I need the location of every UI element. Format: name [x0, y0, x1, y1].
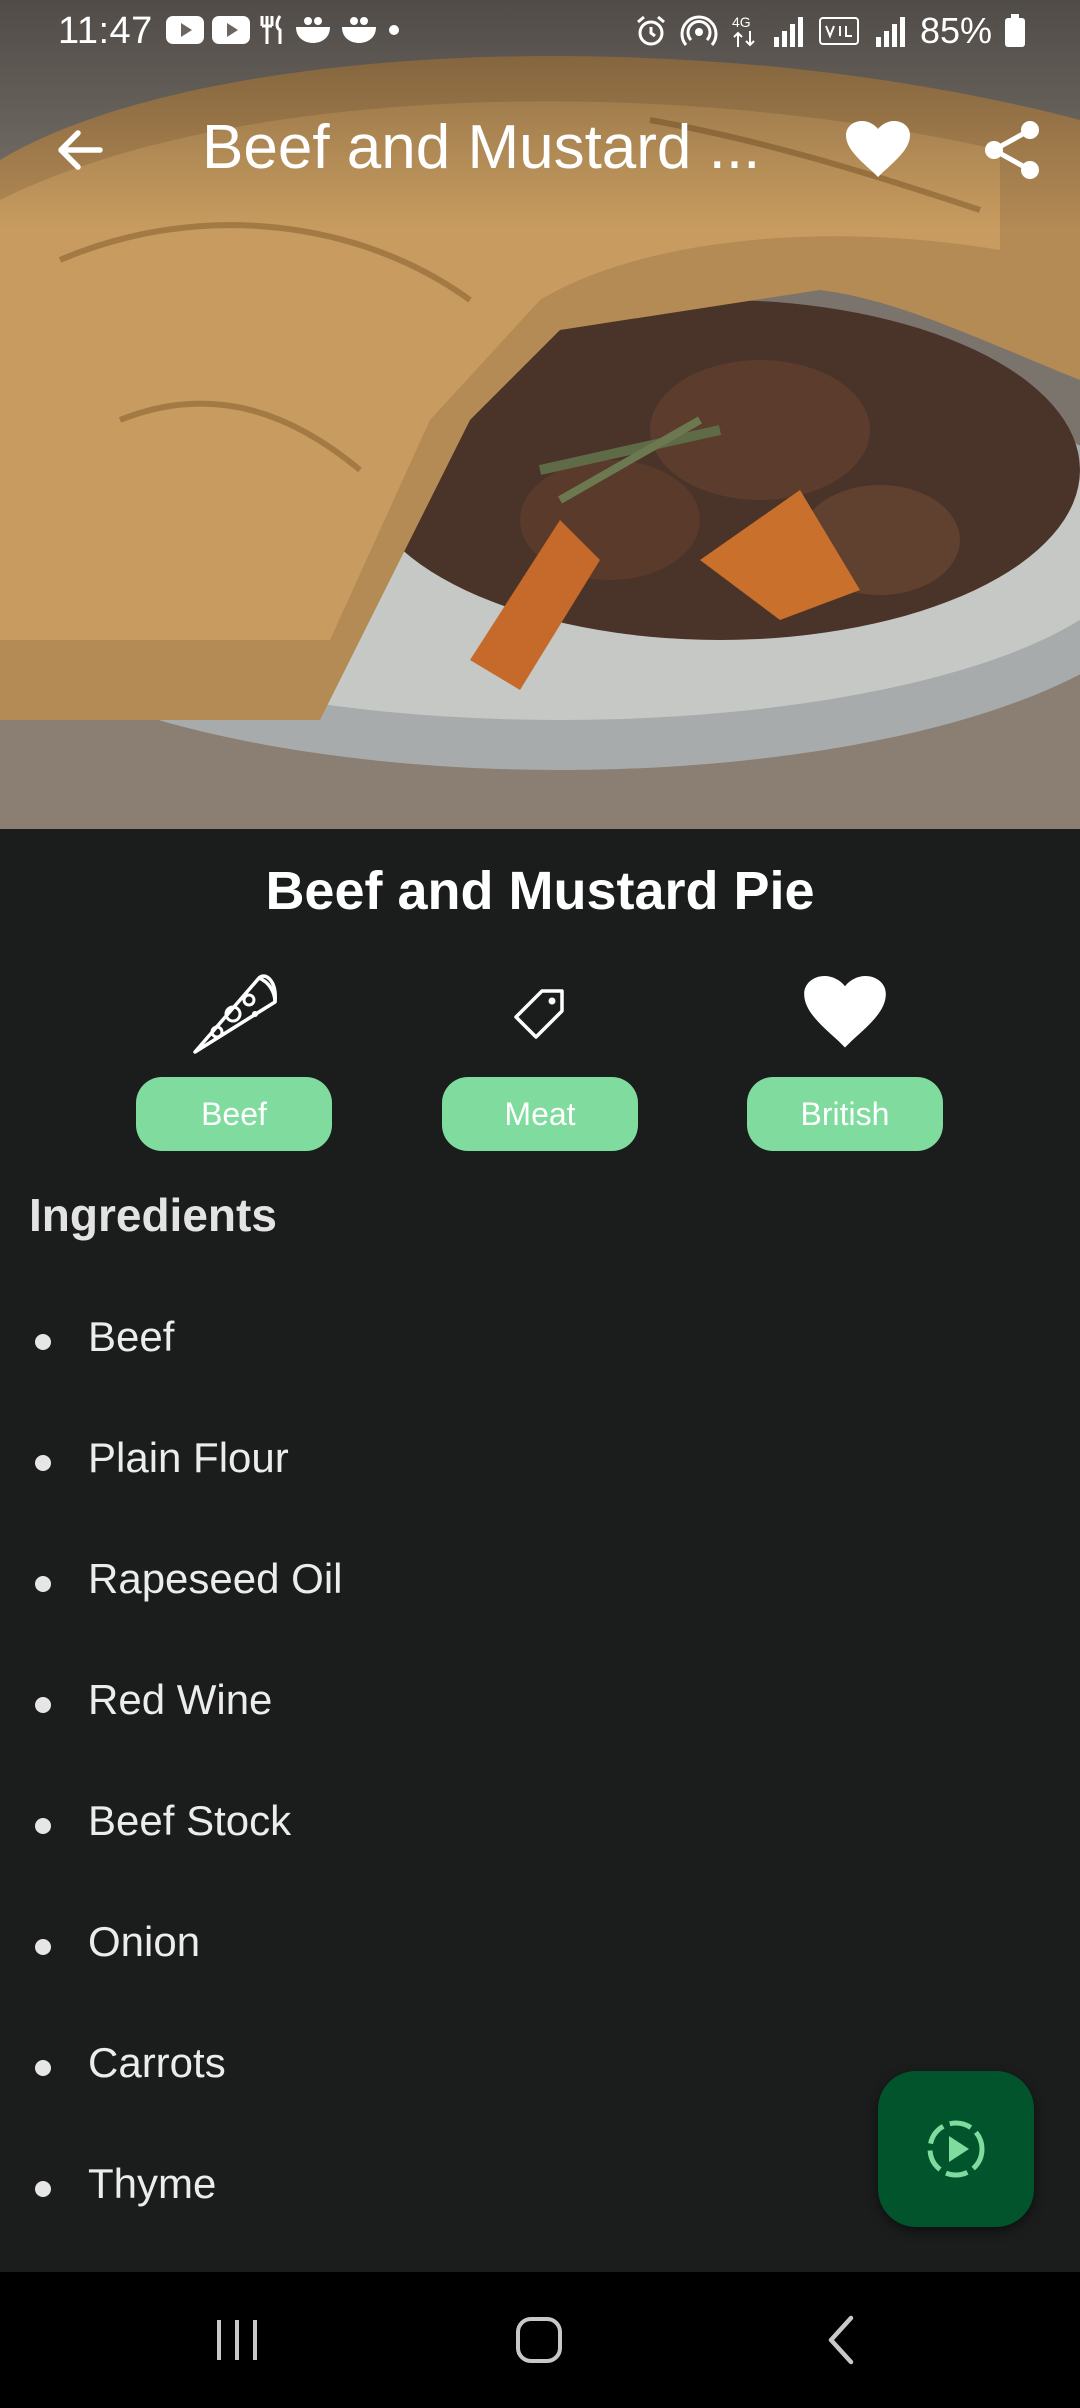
- pizza-icon: [134, 968, 334, 1058]
- volte-icon: [818, 17, 859, 45]
- app-bar-title: Beef and Mustard ...: [202, 113, 761, 182]
- ingredient-item: Beef: [0, 1283, 1080, 1404]
- system-back-button[interactable]: [796, 2302, 886, 2378]
- recipe-detail-screen: 11:47 4G 85% Beef and Mustard ... Beef a…: [0, 0, 1080, 2408]
- youtube-icon: [166, 16, 204, 44]
- ingredient-label: Beef: [88, 1313, 175, 1360]
- ingredient-label: Plain Flour: [88, 1434, 289, 1481]
- heart-icon: [745, 968, 945, 1058]
- ingredient-label: Thyme: [88, 2160, 217, 2207]
- share-button[interactable]: [972, 110, 1052, 190]
- tag-icon: [440, 968, 640, 1058]
- bullet-icon: [35, 1334, 51, 1350]
- bowl-icon: [296, 17, 330, 43]
- bullet-icon: [35, 2181, 51, 2197]
- back-button[interactable]: [40, 110, 120, 190]
- home-button[interactable]: [494, 2302, 584, 2378]
- recent-apps-icon: [217, 2320, 257, 2360]
- ingredient-item: Plain Flour: [0, 1404, 1080, 1525]
- system-navigation-bar: [0, 2272, 1080, 2408]
- chevron-left-icon: [828, 2315, 854, 2365]
- favorite-button[interactable]: [838, 110, 918, 190]
- play-video-icon: [927, 2120, 985, 2178]
- tag-area: British: [745, 968, 945, 1158]
- network-4g-icon: 4G: [732, 14, 755, 47]
- youtube-icon: [212, 16, 250, 44]
- bullet-icon: [35, 1576, 51, 1592]
- status-bar: 11:47 4G 85%: [0, 0, 1080, 66]
- signal-strength-icon: [773, 17, 803, 47]
- arrow-back-icon: [58, 130, 103, 170]
- app-bar: Beef and Mustard ...: [0, 96, 1080, 200]
- ingredient-label: Red Wine: [88, 1676, 273, 1723]
- recipe-tags: Beef Meat British: [0, 968, 1080, 1168]
- battery-percentage: 85%: [919, 10, 992, 51]
- restaurant-icon: [260, 15, 282, 44]
- bullet-icon: [35, 1455, 51, 1471]
- recipe-title: Beef and Mustard Pie: [265, 861, 815, 921]
- ingredient-label: Carrots: [88, 2039, 226, 2086]
- ingredient-item: Red Wine: [0, 1646, 1080, 1767]
- ingredient-item: Onion: [0, 1888, 1080, 2009]
- battery-icon: [1005, 14, 1025, 47]
- status-time: 11:47: [58, 10, 153, 52]
- ingredients-heading: Ingredients: [29, 1189, 277, 1241]
- svg-text:4G: 4G: [732, 14, 751, 30]
- tag-chip-british[interactable]: British: [747, 1077, 943, 1151]
- bullet-icon: [35, 1818, 51, 1834]
- recent-apps-button[interactable]: [192, 2302, 282, 2378]
- bullet-icon: [35, 2060, 51, 2076]
- tag-chip-meat[interactable]: Meat: [442, 1077, 638, 1151]
- tag-type: Meat: [440, 968, 640, 1158]
- heart-icon: [846, 121, 910, 177]
- signal-strength-icon: [875, 17, 905, 47]
- ingredient-item: Rapeseed Oil: [0, 1525, 1080, 1646]
- tag-category: Beef: [134, 968, 334, 1158]
- ingredient-label: Onion: [88, 1918, 201, 1965]
- ingredient-item: Beef Stock: [0, 1767, 1080, 1888]
- tag-chip-beef[interactable]: Beef: [136, 1077, 332, 1151]
- home-icon: [516, 2317, 562, 2363]
- ingredient-label: Beef Stock: [88, 1797, 292, 1844]
- status-right-icons: 4G 85%: [634, 10, 1026, 52]
- bullet-icon: [35, 1939, 51, 1955]
- bullet-icon: [35, 1697, 51, 1713]
- notification-icons: [166, 14, 402, 46]
- more-notifications-dot-icon: [389, 25, 399, 35]
- ingredient-label: Rapeseed Oil: [88, 1555, 343, 1602]
- share-icon: [985, 121, 1039, 179]
- play-video-button[interactable]: [878, 2071, 1034, 2227]
- hotspot-icon: [680, 15, 718, 46]
- alarm-icon: [636, 15, 665, 46]
- bowl-icon: [342, 17, 376, 43]
